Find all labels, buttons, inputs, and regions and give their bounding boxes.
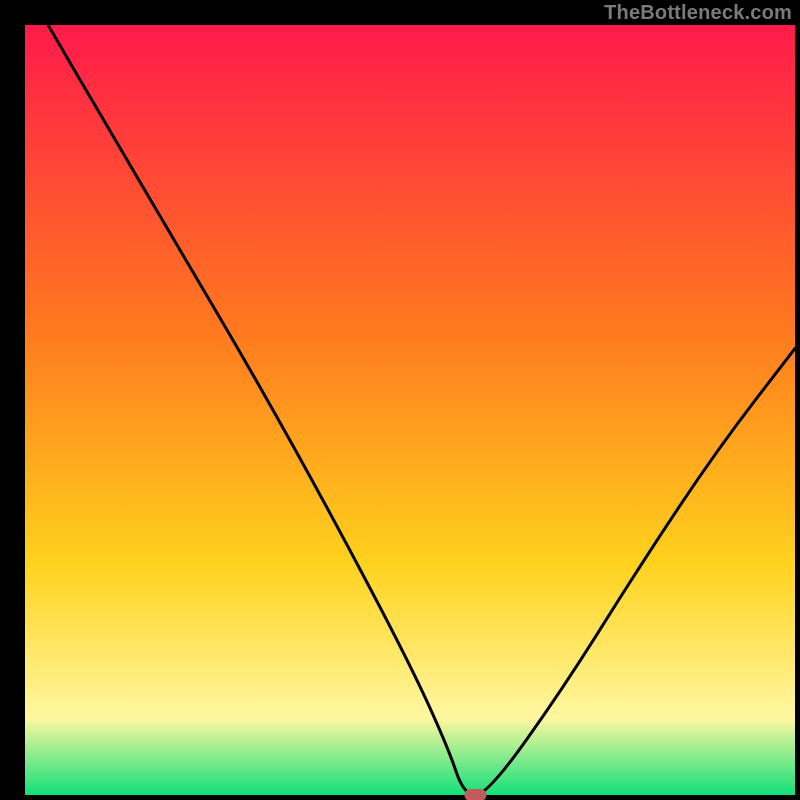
watermark-text: TheBottleneck.com bbox=[604, 2, 792, 25]
frame-left bbox=[0, 0, 25, 800]
bottleneck-chart bbox=[0, 0, 800, 800]
chart-container: TheBottleneck.com bbox=[0, 0, 800, 800]
plot-background bbox=[25, 25, 795, 795]
frame-right bbox=[795, 0, 800, 800]
optimal-point-marker bbox=[464, 789, 486, 800]
frame-bottom bbox=[0, 795, 800, 800]
